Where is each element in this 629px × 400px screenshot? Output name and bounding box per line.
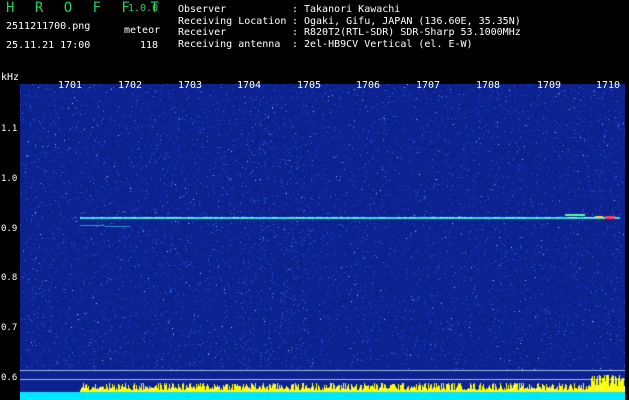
meteor-count: 118 bbox=[140, 40, 159, 51]
y-tick-label: 0.7 bbox=[1, 323, 18, 333]
info-row-location: Receiving Location: Ogaki, Gifu, JAPAN (1… bbox=[178, 16, 521, 28]
info-label: Receiver bbox=[178, 27, 227, 38]
app-version: 1.0.0 bbox=[128, 3, 159, 14]
info-value: R820T2(RTL-SDR) SDR-Sharp 53.1000MHz bbox=[304, 27, 521, 38]
info-value: 2el-HB9CV Vertical (el. E-W) bbox=[304, 38, 473, 50]
x-tick-label: 1707 bbox=[416, 80, 441, 91]
y-tick-label: 1.0 bbox=[1, 174, 18, 184]
x-tick-label: 1705 bbox=[297, 80, 322, 91]
x-tick-label: 1703 bbox=[178, 80, 203, 91]
x-tick-label: 1708 bbox=[476, 80, 501, 91]
spectrogram-plot bbox=[20, 84, 625, 400]
info-separator: : bbox=[292, 4, 299, 15]
y-tick-label: 1.1 bbox=[1, 124, 18, 134]
plot-type: meteor bbox=[124, 25, 161, 36]
info-label: Observer bbox=[178, 4, 227, 15]
x-tick-label: 1709 bbox=[537, 80, 562, 91]
x-tick-label: 1710 bbox=[596, 80, 621, 91]
x-tick-label: 1701 bbox=[58, 80, 83, 91]
info-label: Receiving Location bbox=[178, 15, 287, 27]
x-tick-label: 1704 bbox=[237, 80, 262, 91]
file-name: 2511211700.png bbox=[6, 21, 91, 32]
info-value: Takanori Kawachi bbox=[304, 4, 401, 15]
x-tick-label: 1706 bbox=[356, 80, 381, 91]
y-tick-label: 0.9 bbox=[1, 224, 18, 234]
info-separator: : bbox=[292, 38, 299, 50]
info-separator: : bbox=[292, 15, 299, 27]
date-time: 25.11.21 17:00 bbox=[6, 40, 91, 51]
x-tick-label: 1702 bbox=[118, 80, 143, 91]
info-row-receiver: Receiver: R820T2(RTL-SDR) SDR-Sharp 53.10… bbox=[178, 27, 521, 39]
y-tick-label: 0.6 bbox=[1, 373, 18, 383]
info-value: Ogaki, Gifu, JAPAN (136.60E, 35.35N) bbox=[304, 15, 521, 27]
info-separator: : bbox=[292, 27, 299, 38]
station-info: Observer: Takanori Kawachi Receiving Loca… bbox=[178, 4, 521, 50]
info-row-observer: Observer: Takanori Kawachi bbox=[178, 4, 521, 16]
info-label: Receiving antenna bbox=[178, 38, 281, 50]
y-tick-label: 0.8 bbox=[1, 273, 18, 283]
info-row-antenna: Receiving antenna:2el-HB9CV Vertical (el… bbox=[178, 39, 521, 51]
y-axis-unit: kHz bbox=[1, 72, 20, 83]
